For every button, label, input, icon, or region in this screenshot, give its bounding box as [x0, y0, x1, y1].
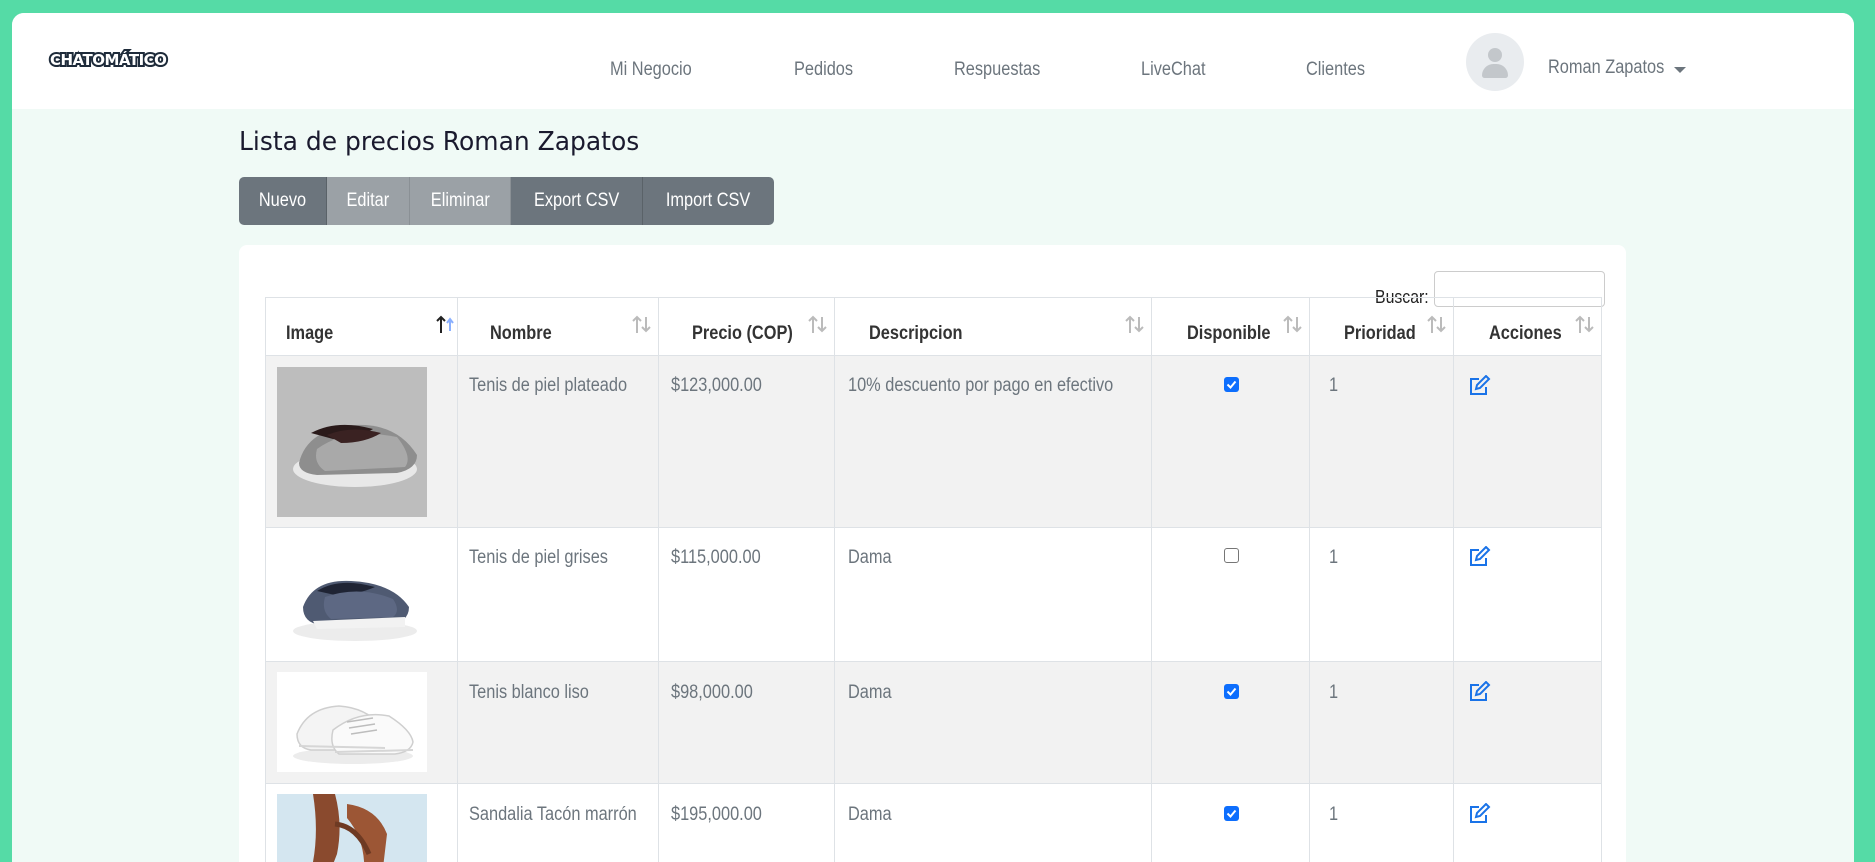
available-checkbox[interactable]: [1224, 684, 1239, 699]
import-csv-button[interactable]: Import CSV: [643, 177, 774, 225]
product-image: [277, 794, 427, 862]
sort-arrows-icon[interactable]: [1124, 313, 1146, 335]
nav-link-mi-negocio[interactable]: Mi Negocio: [610, 59, 692, 81]
top-navbar: CHATOMÁTICO Mi Negocio Pedidos Respuesta…: [12, 13, 1854, 109]
sort-asc-active-icon[interactable]: [435, 313, 457, 335]
sort-arrows-icon[interactable]: [807, 313, 829, 335]
sort-arrows-icon[interactable]: [1282, 313, 1304, 335]
product-image: [277, 367, 427, 517]
nav-link-respuestas[interactable]: Respuestas: [954, 59, 1040, 81]
available-checkbox[interactable]: [1224, 377, 1239, 392]
table-row-bg-2: [266, 527, 1601, 661]
product-image: [277, 537, 427, 649]
brand-logo[interactable]: CHATOMÁTICO: [48, 49, 169, 73]
product-priority: 1: [1329, 682, 1339, 703]
product-image: [277, 672, 427, 772]
edit-icon[interactable]: [1468, 375, 1492, 397]
product-description: Dama: [848, 547, 892, 568]
sort-arrows-icon[interactable]: [1426, 313, 1448, 335]
table-row-bg-3: [266, 661, 1601, 783]
product-name: Tenis de piel grises: [469, 547, 608, 568]
product-description: Dama: [848, 804, 892, 825]
available-checkbox[interactable]: [1224, 548, 1239, 563]
product-name: Sandalia Tacón marrón: [469, 804, 637, 825]
column-header-image[interactable]: Image: [286, 323, 333, 345]
delete-button[interactable]: Eliminar: [409, 177, 512, 225]
column-header-descripcion[interactable]: Descripcion: [869, 323, 963, 345]
product-description: Dama: [848, 682, 892, 703]
column-header-prioridad[interactable]: Prioridad: [1344, 323, 1416, 345]
product-priority: 1: [1329, 375, 1339, 396]
column-header-acciones[interactable]: Acciones: [1489, 323, 1562, 345]
app-frame: CHATOMÁTICO Mi Negocio Pedidos Respuesta…: [12, 13, 1854, 862]
edit-icon[interactable]: [1468, 546, 1492, 568]
sort-arrows-icon[interactable]: [1574, 313, 1596, 335]
nav-link-clientes[interactable]: Clientes: [1306, 59, 1365, 81]
available-checkbox[interactable]: [1224, 806, 1239, 821]
export-csv-button[interactable]: Export CSV: [511, 177, 644, 225]
product-name: Tenis de piel plateado: [469, 375, 628, 396]
user-menu-toggle[interactable]: Roman Zapatos: [1548, 57, 1664, 79]
new-button[interactable]: Nuevo: [239, 177, 327, 225]
product-priority: 1: [1329, 804, 1339, 825]
product-description: 10% descuento por pago en efectivo: [848, 375, 1114, 396]
product-priority: 1: [1329, 547, 1339, 568]
nav-link-livechat[interactable]: LiveChat: [1141, 59, 1206, 81]
edit-button[interactable]: Editar: [326, 177, 410, 225]
user-avatar-icon[interactable]: [1466, 33, 1524, 91]
table-row-bg-4: [266, 783, 1601, 862]
product-price: $195,000.00: [671, 804, 762, 825]
product-price: $98,000.00: [671, 682, 753, 703]
edit-icon[interactable]: [1468, 681, 1492, 703]
page-title: Lista de precios Roman Zapatos: [239, 127, 640, 157]
column-header-disponible[interactable]: Disponible: [1187, 323, 1271, 345]
toolbar-button-group: Nuevo Editar Eliminar Export CSV Import …: [239, 177, 774, 225]
column-header-precio[interactable]: Precio (COP): [692, 323, 793, 345]
sort-arrows-icon[interactable]: [631, 313, 653, 335]
price-list-card: Buscar: Image Nombre Precio (COP) Descri…: [239, 245, 1626, 862]
caret-down-icon[interactable]: [1674, 67, 1686, 73]
product-price: $123,000.00: [671, 375, 762, 396]
price-list-table: Image Nombre Precio (COP) Descripcion Di…: [239, 245, 1626, 862]
product-name: Tenis blanco liso: [469, 682, 589, 703]
column-header-nombre[interactable]: Nombre: [490, 323, 552, 345]
product-price: $115,000.00: [671, 547, 761, 568]
edit-icon[interactable]: [1468, 803, 1492, 825]
nav-link-pedidos[interactable]: Pedidos: [794, 59, 853, 81]
